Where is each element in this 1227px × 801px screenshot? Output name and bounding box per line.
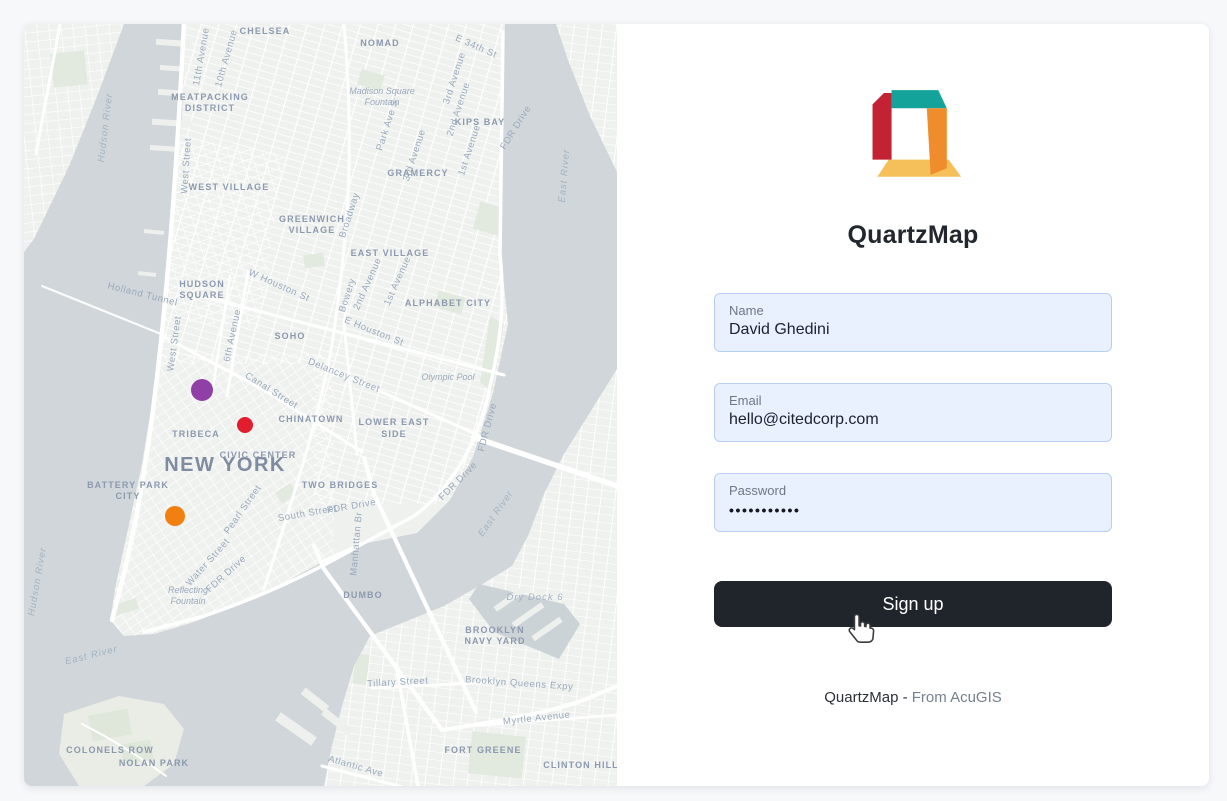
email-field[interactable]: Email — [714, 383, 1112, 442]
password-field-label: Password — [729, 482, 1097, 499]
footer-byline-link[interactable]: From AcuGIS — [912, 689, 1002, 706]
map-label: Madison Square — [349, 86, 415, 96]
map-label: CHELSEA — [240, 26, 291, 36]
map-label: TWO BRIDGES — [302, 480, 379, 490]
map-label: ALPHABET CITY — [405, 298, 491, 308]
red-marker[interactable] — [237, 417, 253, 433]
footer-brand: QuartzMap - — [824, 689, 907, 706]
map-label: HUDSON — [179, 279, 225, 289]
name-field-label: Name — [729, 302, 1097, 319]
map-label: DISTRICT — [185, 103, 235, 113]
map-label: NOLAN PARK — [119, 758, 189, 768]
map-canvas[interactable]: NEW YORKCHELSEANOMADMEATPACKINGDISTRICTK… — [24, 24, 617, 786]
password-field[interactable]: Password — [714, 473, 1112, 532]
signup-page: NEW YORKCHELSEANOMADMEATPACKINGDISTRICTK… — [0, 0, 1227, 801]
name-input[interactable] — [729, 319, 1097, 341]
map-label: BROOKLYN — [465, 625, 524, 635]
logo-teal-ribbon — [892, 90, 947, 108]
map-label: Olympic Pool — [421, 372, 475, 382]
sign-up-button[interactable]: Sign up — [714, 581, 1112, 627]
footer: QuartzMap - From AcuGIS — [714, 689, 1112, 706]
map-label: SOHO — [275, 331, 306, 341]
quartzmap-logo-icon — [863, 85, 963, 181]
map-label: GRAMERCY — [387, 168, 448, 178]
logo-amber-ribbon — [877, 160, 961, 177]
map-label: CITY — [116, 491, 141, 501]
map-label: EAST VILLAGE — [351, 248, 430, 258]
map-label: SIDE — [381, 429, 406, 439]
email-field-label: Email — [729, 392, 1097, 409]
logo-red-ribbon — [873, 93, 892, 160]
map-label: NAVY YARD — [464, 636, 525, 646]
orange-marker[interactable] — [165, 506, 185, 526]
map-label: BATTERY PARK — [87, 480, 169, 490]
map-label: TRIBECA — [172, 429, 220, 439]
map-label: CIVIC CENTER — [220, 450, 297, 460]
map-label: DUMBO — [343, 590, 383, 600]
password-input[interactable] — [729, 499, 1097, 521]
map-pane: NEW YORKCHELSEANOMADMEATPACKINGDISTRICTK… — [24, 24, 617, 786]
signup-form-pane: QuartzMap Name Email Password Sign up Qu… — [617, 24, 1209, 786]
page-title: QuartzMap — [848, 221, 979, 250]
map-label: COLONELS ROW — [66, 745, 154, 755]
map-label: Fountain — [170, 596, 205, 606]
signup-form: Name Email Password Sign up QuartzMap - … — [714, 293, 1112, 706]
map-label: Reflecting — [168, 585, 208, 595]
map-label: GREENWICH — [279, 214, 345, 224]
purple-marker[interactable] — [191, 379, 213, 401]
map-label: SQUARE — [179, 290, 224, 300]
email-input[interactable] — [729, 409, 1097, 431]
map-label: KIPS BAY — [455, 117, 505, 127]
name-field[interactable]: Name — [714, 293, 1112, 352]
map-label: NOMAD — [360, 38, 400, 48]
map-label: FORT GREENE — [444, 745, 521, 755]
map-label: WEST VILLAGE — [189, 182, 270, 192]
map-label: MEATPACKING — [171, 92, 249, 102]
map-label: LOWER EAST — [359, 417, 430, 427]
signup-card: NEW YORKCHELSEANOMADMEATPACKINGDISTRICTK… — [24, 24, 1209, 786]
map-label: VILLAGE — [289, 225, 336, 235]
map-label: CLINTON HILL — [543, 760, 617, 770]
map-label: Dry Dock 6 — [507, 592, 564, 603]
map-label: CHINATOWN — [278, 414, 343, 424]
